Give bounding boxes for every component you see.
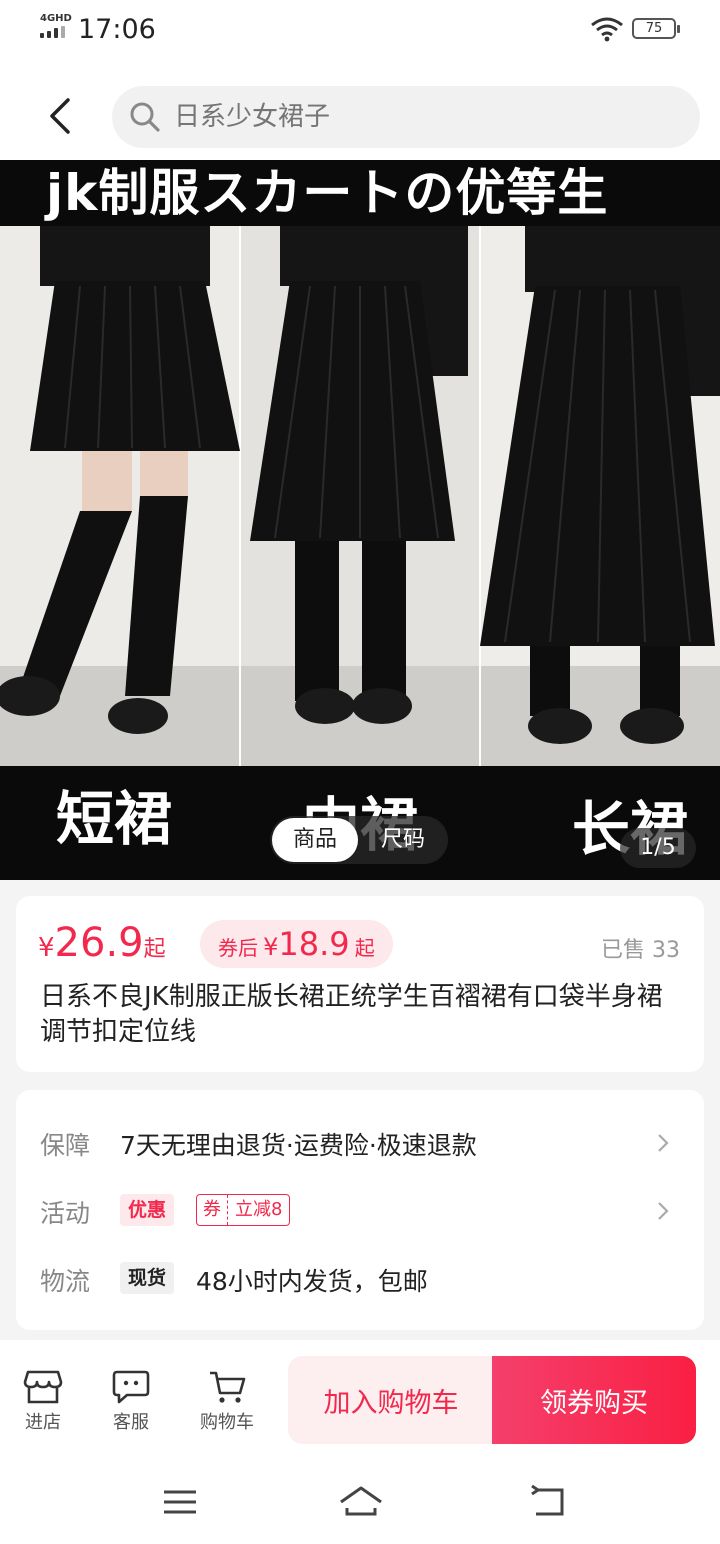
logistics-row: 物流 现货 48小时内发货，包邮 [16,1248,704,1308]
coupon-price-value: 18.9 [278,925,350,963]
search-icon [130,102,160,132]
gallery-tab-switch: 商品 尺码 [270,816,448,864]
coupon-tag: 券立减8 [196,1194,291,1226]
chat-icon [112,1370,150,1404]
in-stock-tag: 现货 [120,1262,175,1294]
coupon-tag-right: 立减8 [235,1199,283,1220]
price-card: ¥26.9起 券后 ¥18.9 起 已售 33 日系不良JK制服正版长裙正统学生… [16,896,704,1072]
tab-product[interactable]: 商品 [272,818,358,862]
cart-label: 购物车 [200,1412,254,1433]
customer-service-button[interactable]: 客服 [96,1368,166,1434]
back-arrow-icon[interactable] [34,88,84,144]
service-card: 保障 7天无理由退货·运费险·极速退款 活动 优惠 券立减8 物流 现货 48小… [16,1090,704,1330]
search-input[interactable] [174,101,674,133]
coupon-tag-left: 券 [197,1195,228,1225]
caption-short: 短裙 [56,785,173,853]
sold-count: 已售 33 [601,938,680,963]
guarantee-label: 保障 [40,1131,91,1160]
store-label: 进店 [25,1412,61,1433]
product-photo [0,226,720,766]
buy-with-coupon-button[interactable]: 领券购买 [492,1356,696,1444]
signal-icon [40,26,70,38]
clock: 17:06 [78,14,156,45]
guarantee-text: 7天无理由退货·运费险·极速退款 [120,1131,477,1160]
logistics-label: 物流 [40,1267,91,1296]
product-detail-page: 4GHD 17:06 75 jk制服スカートの优等生 [0,0,720,1544]
product-image-gallery[interactable]: jk制服スカートの优等生 短裙 长裙 商品 尺码 1/5 [0,160,720,880]
search-bar[interactable] [112,86,700,148]
guarantee-row[interactable]: 保障 7天无理由退货·运费险·极速退款 [16,1112,704,1172]
coupon-price-badge: 券后 ¥18.9 起 [200,920,393,968]
bottom-action-bar: 进店 客服 购物车 加入购物车 领券购买 [0,1340,720,1460]
status-bar: 4GHD 17:06 75 [0,0,720,60]
network-type: 4GHD [40,13,72,24]
service-label: 客服 [113,1412,149,1433]
price-currency: ¥ [38,933,55,963]
product-title: 日系不良JK制服正版长裙正统学生百褶裙有口袋半身裙调节扣定位线 [40,982,663,1047]
logistics-text: 48小时内发货，包邮 [196,1267,428,1296]
promotion-row[interactable]: 活动 优惠 券立减8 [16,1180,704,1240]
wifi-icon [591,17,623,42]
system-nav-bar [0,1460,720,1544]
chevron-right-icon [658,1134,669,1152]
add-to-cart-button[interactable]: 加入购物车 [288,1356,494,1444]
top-header [0,60,720,160]
price-value: 26.9 [54,920,144,966]
image-banner-text: jk制服スカートの优等生 [0,160,720,226]
tab-size[interactable]: 尺码 [364,816,442,864]
cart-button[interactable]: 购物车 [192,1368,262,1434]
store-icon [23,1370,63,1404]
coupon-price-suffix: 起 [354,936,375,960]
promotion-label: 活动 [40,1199,91,1228]
battery-icon: 75 [632,18,680,39]
cart-icon [210,1371,246,1403]
home-icon[interactable] [338,1482,384,1522]
menu-icon[interactable] [160,1482,200,1522]
chevron-right-icon [658,1202,669,1220]
price: ¥26.9起 [38,920,166,966]
coupon-price-label: 券后 [218,936,258,960]
store-button[interactable]: 进店 [8,1368,78,1434]
coupon-price-currency: ¥ [263,933,279,961]
image-counter: 1/5 [620,828,696,868]
price-suffix: 起 [143,937,166,962]
back-icon[interactable] [528,1482,568,1522]
promo-tag: 优惠 [120,1194,175,1226]
